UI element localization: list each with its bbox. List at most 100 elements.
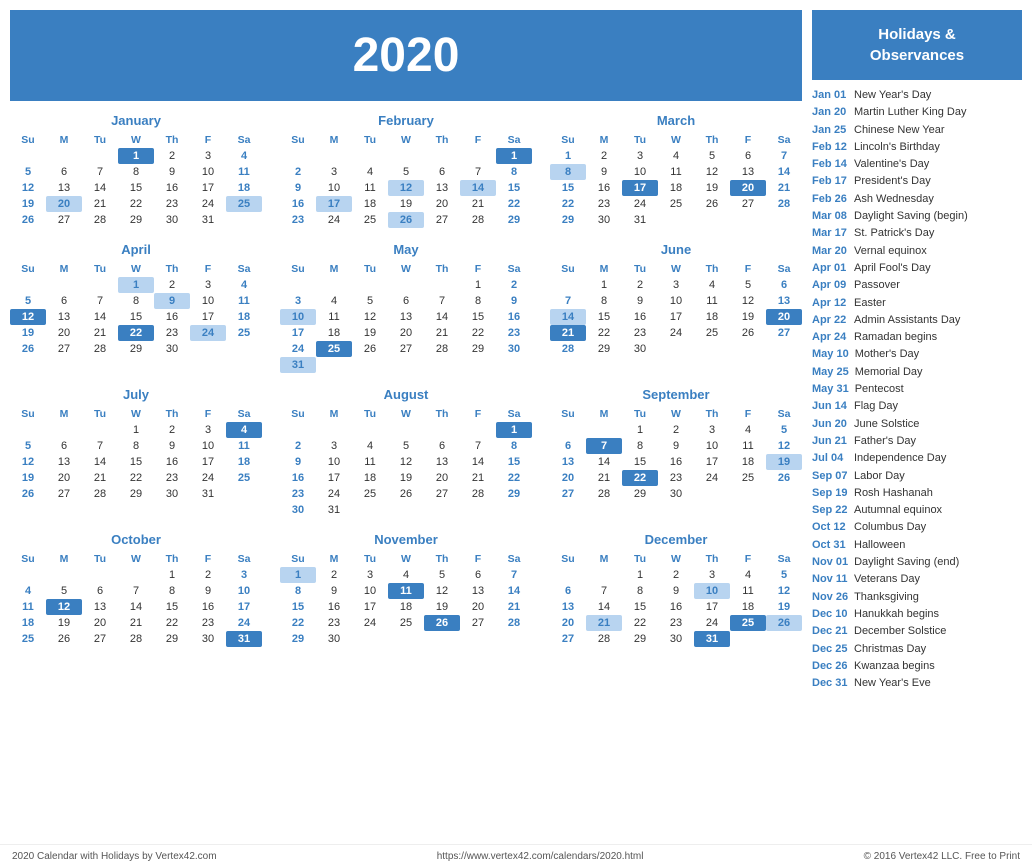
holiday-name: Autumnal equinox: [854, 503, 942, 517]
calendar-day: 2: [496, 277, 532, 293]
holidays-list: Jan 01New Year's DayJan 20Martin Luther …: [812, 88, 1022, 690]
calendar-day: [424, 631, 460, 647]
day-header: Tu: [82, 261, 118, 277]
calendar-day: 9: [658, 583, 694, 599]
calendar-day: 17: [352, 599, 388, 615]
day-header: Tu: [622, 261, 658, 277]
calendar-day: 17: [658, 309, 694, 325]
day-header: F: [190, 406, 226, 422]
calendar-day: 16: [496, 309, 532, 325]
calendar-day: 9: [658, 438, 694, 454]
calendar-day: 4: [352, 438, 388, 454]
calendar-day: 19: [10, 470, 46, 486]
calendar-day: 29: [496, 486, 532, 502]
calendar-day: 13: [550, 454, 586, 470]
calendar-day: 15: [496, 180, 532, 196]
calendar-day: 13: [730, 164, 766, 180]
calendar-day: 30: [658, 486, 694, 502]
calendar-day: [10, 148, 46, 164]
day-header: M: [586, 261, 622, 277]
calendar-day: 2: [658, 567, 694, 583]
calendar-day: 8: [586, 293, 622, 309]
calendar-day: 11: [226, 164, 262, 180]
calendar-day: 8: [622, 583, 658, 599]
calendar-day: [460, 502, 496, 518]
holiday-name: Valentine's Day: [854, 157, 929, 171]
holiday-item: Jun 21Father's Day: [812, 434, 1022, 448]
calendar-day: 8: [118, 438, 154, 454]
month-title: July: [10, 387, 262, 402]
holiday-name: Mother's Day: [855, 347, 919, 361]
day-header: Su: [10, 551, 46, 567]
calendar-day: 12: [730, 293, 766, 309]
holiday-date: Jul 04: [812, 451, 848, 465]
holiday-name: Columbus Day: [854, 520, 926, 534]
calendar-day: 21: [460, 196, 496, 212]
calendar-day: 5: [730, 277, 766, 293]
calendar-day: 12: [352, 309, 388, 325]
calendar-day: 8: [622, 438, 658, 454]
calendar-day: 15: [622, 454, 658, 470]
calendar-day: 18: [316, 325, 352, 341]
day-header: Su: [280, 132, 316, 148]
calendar-day: [388, 148, 424, 164]
calendar-day: 6: [46, 438, 82, 454]
calendar-day: 1: [550, 148, 586, 164]
calendar-day: 18: [730, 454, 766, 470]
calendar-day: 15: [460, 309, 496, 325]
calendar-day: 1: [118, 277, 154, 293]
calendar-day: 21: [550, 325, 586, 341]
calendar-day: [388, 277, 424, 293]
holiday-date: Dec 10: [812, 607, 848, 621]
calendar-day: [280, 422, 316, 438]
day-header: Th: [424, 406, 460, 422]
calendar-day: 6: [550, 583, 586, 599]
month-block-october: OctoberSuMTuWThFSa1234567891011121314151…: [10, 532, 262, 647]
calendar-day: [550, 277, 586, 293]
calendar-day: 4: [10, 583, 46, 599]
calendar-day: 3: [190, 148, 226, 164]
month-block-february: FebruarySuMTuWThFSa123456789101112131415…: [280, 113, 532, 228]
calendar-day: 31: [622, 212, 658, 228]
calendar-day: 24: [694, 615, 730, 631]
calendar-day: 17: [190, 309, 226, 325]
holiday-date: Nov 01: [812, 555, 848, 569]
calendar-day: 23: [658, 615, 694, 631]
calendar-day: 14: [82, 454, 118, 470]
day-header: F: [460, 406, 496, 422]
calendar-day: 17: [316, 196, 352, 212]
day-header: Th: [154, 551, 190, 567]
calendar-day: 16: [658, 599, 694, 615]
calendar-day: 6: [550, 438, 586, 454]
holiday-date: Apr 12: [812, 296, 848, 310]
calendar-day: 25: [730, 615, 766, 631]
holiday-name: New Year's Day: [854, 88, 931, 102]
calendar-day: 3: [694, 422, 730, 438]
calendar-day: 5: [10, 293, 46, 309]
calendar-day: 11: [226, 293, 262, 309]
calendar-day: 1: [280, 567, 316, 583]
calendar-day: 10: [352, 583, 388, 599]
footer-left: 2020 Calendar with Holidays by Vertex42.…: [12, 851, 217, 862]
holiday-date: Sep 22: [812, 503, 848, 517]
calendar-day: 4: [352, 164, 388, 180]
calendar-day: [316, 357, 352, 373]
month-block-may: MaySuMTuWThFSa12345678910111213141516171…: [280, 242, 532, 373]
month-table: SuMTuWThFSa12345678910111213141516171819…: [10, 406, 262, 502]
day-header: Sa: [766, 406, 802, 422]
holiday-name: Vernal equinox: [854, 244, 927, 258]
calendar-day: [82, 422, 118, 438]
calendar-day: [730, 341, 766, 357]
calendar-day: 27: [424, 486, 460, 502]
calendar-day: [352, 502, 388, 518]
calendar-day: [694, 341, 730, 357]
calendar-day: 28: [82, 486, 118, 502]
calendar-day: 30: [154, 341, 190, 357]
month-title: February: [280, 113, 532, 128]
calendar-day: 25: [226, 470, 262, 486]
day-header: F: [730, 261, 766, 277]
calendar-day: 25: [226, 325, 262, 341]
day-header: Su: [550, 261, 586, 277]
day-header: Th: [424, 132, 460, 148]
calendar-day: [496, 631, 532, 647]
